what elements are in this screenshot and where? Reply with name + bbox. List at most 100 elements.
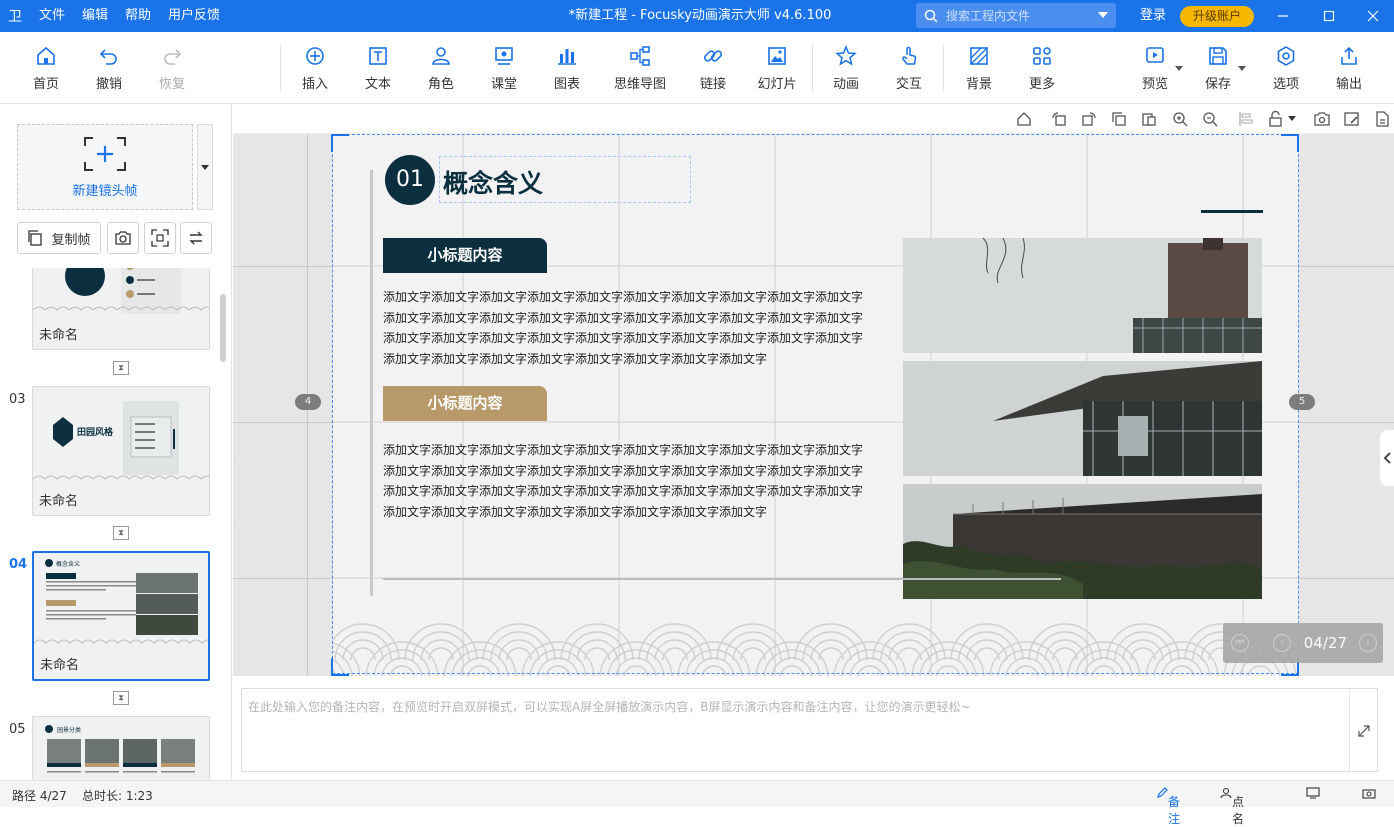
- insert-button[interactable]: 插入: [297, 32, 333, 104]
- animation-button[interactable]: 动画: [828, 32, 864, 104]
- chart-button[interactable]: 图表: [549, 32, 585, 104]
- slideshow-label: 幻灯片: [757, 76, 797, 92]
- menu-feedback[interactable]: 用户反馈: [159, 0, 228, 32]
- prev-page-icon[interactable]: ‹: [1273, 634, 1291, 652]
- slideshow-button[interactable]: 幻灯片: [755, 32, 799, 104]
- menu-file[interactable]: 文件: [30, 0, 73, 32]
- slide-thumbnail-active[interactable]: 概念含义 未命名: [32, 551, 210, 681]
- new-frame-dropdown[interactable]: [197, 124, 213, 210]
- new-frame-button[interactable]: 新建镜头帧: [17, 124, 193, 210]
- document-icon[interactable]: [1374, 111, 1390, 127]
- search-input[interactable]: 搜索工程内文件: [916, 3, 1116, 28]
- classroom-button[interactable]: 课堂: [486, 32, 522, 104]
- slide-thumbnail[interactable]: 未命名: [32, 268, 210, 350]
- window-title: *新建工程 - Focusky动画演示大师 v4.6.100: [568, 8, 832, 23]
- menu-help[interactable]: 帮助: [116, 0, 159, 32]
- transition-icon[interactable]: ⧗: [113, 361, 129, 375]
- search-icon: [924, 9, 938, 23]
- slide-thumbnail[interactable]: 园景分类: [32, 716, 210, 780]
- fit-frame-button[interactable]: [144, 222, 176, 254]
- paste-icon[interactable]: [1141, 111, 1157, 127]
- login-button[interactable]: 登录: [1140, 0, 1166, 32]
- main-toolbar: 首页 撤销 恢复 插入 文本 角色 课堂 图表 思维导图 链接 幻灯片 动画 交…: [0, 32, 1394, 104]
- slide-thumb-title: 田园风格: [77, 428, 114, 438]
- image-icon: [768, 46, 786, 65]
- copy-object-icon[interactable]: [1111, 111, 1127, 127]
- lock-dropdown-icon[interactable]: [1288, 116, 1296, 121]
- swap-icon: [189, 231, 203, 245]
- notes-textarea[interactable]: 在此处输入您的备注内容，在预览时开启双屏模式，可以实现A屏全屏播放演示内容，B屏…: [241, 688, 1378, 773]
- swap-frame-button[interactable]: [180, 222, 212, 254]
- expand-icon: [1357, 725, 1370, 737]
- slide-thumbnail[interactable]: 田园风格 未命名: [32, 386, 210, 516]
- redo-button[interactable]: 恢复: [153, 32, 191, 104]
- transition-icon[interactable]: ⧗: [113, 526, 129, 540]
- screen-icon[interactable]: [1306, 787, 1320, 802]
- copy-frame-button[interactable]: 复制帧: [17, 222, 101, 254]
- collapse-right-panel-button[interactable]: [1380, 430, 1394, 486]
- star-icon: [835, 44, 857, 66]
- interaction-button[interactable]: 交互: [891, 32, 927, 104]
- grid-icon: [1033, 46, 1051, 65]
- frame-pager: ⏮ ‹ › 04/27: [1223, 623, 1383, 663]
- sidebar-scrollbar[interactable]: [220, 294, 226, 362]
- first-page-icon[interactable]: ⏮: [1231, 634, 1249, 652]
- upgrade-button[interactable]: 升级账户: [1180, 6, 1254, 27]
- text-button[interactable]: 文本: [360, 32, 396, 104]
- mindmap-button[interactable]: 思维导图: [610, 32, 670, 104]
- camera-icon[interactable]: [1362, 787, 1376, 802]
- export-icon: [1341, 46, 1357, 65]
- align-icon[interactable]: [1238, 111, 1254, 127]
- home-icon: [37, 46, 55, 65]
- image-edit-icon[interactable]: [1344, 111, 1360, 127]
- preview-button[interactable]: 预览: [1137, 32, 1173, 104]
- minimize-icon[interactable]: [1260, 0, 1306, 32]
- preview-dropdown-icon[interactable]: [1175, 66, 1183, 71]
- lock-icon[interactable]: [1268, 111, 1284, 127]
- maximize-icon[interactable]: [1306, 0, 1352, 32]
- frame-corner-handle[interactable]: [1281, 134, 1299, 152]
- frame-corner-handle[interactable]: [331, 134, 349, 152]
- menu-edit[interactable]: 编辑: [73, 0, 116, 32]
- mindmap-label: 思维导图: [613, 76, 666, 92]
- more-button[interactable]: 更多: [1024, 32, 1060, 104]
- export-button[interactable]: 输出: [1331, 32, 1367, 104]
- rotate-right-icon[interactable]: [1081, 111, 1097, 127]
- redo-label: 恢复: [158, 76, 185, 92]
- screenshot-icon[interactable]: [1314, 111, 1330, 127]
- save-button[interactable]: 保存: [1200, 32, 1236, 104]
- close-icon[interactable]: [1350, 0, 1394, 32]
- notes-toggle[interactable]: 备注: [1156, 787, 1180, 826]
- background-button[interactable]: 背景: [961, 32, 997, 104]
- zoom-out-icon[interactable]: [1202, 111, 1218, 127]
- redo-icon: [164, 48, 182, 65]
- snapshot-button[interactable]: [107, 222, 139, 254]
- rotate-left-icon[interactable]: [1051, 111, 1067, 127]
- prev-frame-marker[interactable]: 4: [295, 394, 321, 410]
- insert-label: 插入: [301, 76, 328, 92]
- page-frame-border: [332, 134, 1299, 674]
- next-frame-marker[interactable]: 5: [1289, 394, 1315, 410]
- transition-icon[interactable]: ⧗: [113, 691, 129, 705]
- rollcall-button[interactable]: 点名: [1220, 787, 1244, 826]
- copy-icon: [28, 230, 43, 246]
- next-page-icon[interactable]: ›: [1359, 634, 1377, 652]
- link-button[interactable]: 链接: [695, 32, 731, 104]
- home-view-icon[interactable]: [1016, 111, 1032, 127]
- expand-notes-button[interactable]: [1349, 689, 1377, 773]
- zoom-in-icon[interactable]: [1172, 111, 1188, 127]
- fit-frame-icon: [151, 229, 169, 247]
- link-label: 链接: [699, 76, 726, 92]
- options-button[interactable]: 选项: [1268, 32, 1304, 104]
- save-dropdown-icon[interactable]: [1238, 66, 1246, 71]
- options-label: 选项: [1272, 76, 1299, 92]
- text-icon: [369, 46, 387, 65]
- editor-canvas[interactable]: 01 概念含义 小标题内容 添加文字添加文字添加文字添加文字添加文字添加文字添加…: [233, 134, 1394, 676]
- home-button[interactable]: 首页: [28, 32, 64, 104]
- notes-toggle-label: 备注: [1168, 795, 1181, 826]
- frame-corner-handle[interactable]: [331, 658, 349, 676]
- role-button[interactable]: 角色: [423, 32, 459, 104]
- undo-button[interactable]: 撤销: [90, 32, 128, 104]
- search-dropdown-icon[interactable]: [1098, 12, 1108, 18]
- canvas-toolbar: [233, 104, 1394, 134]
